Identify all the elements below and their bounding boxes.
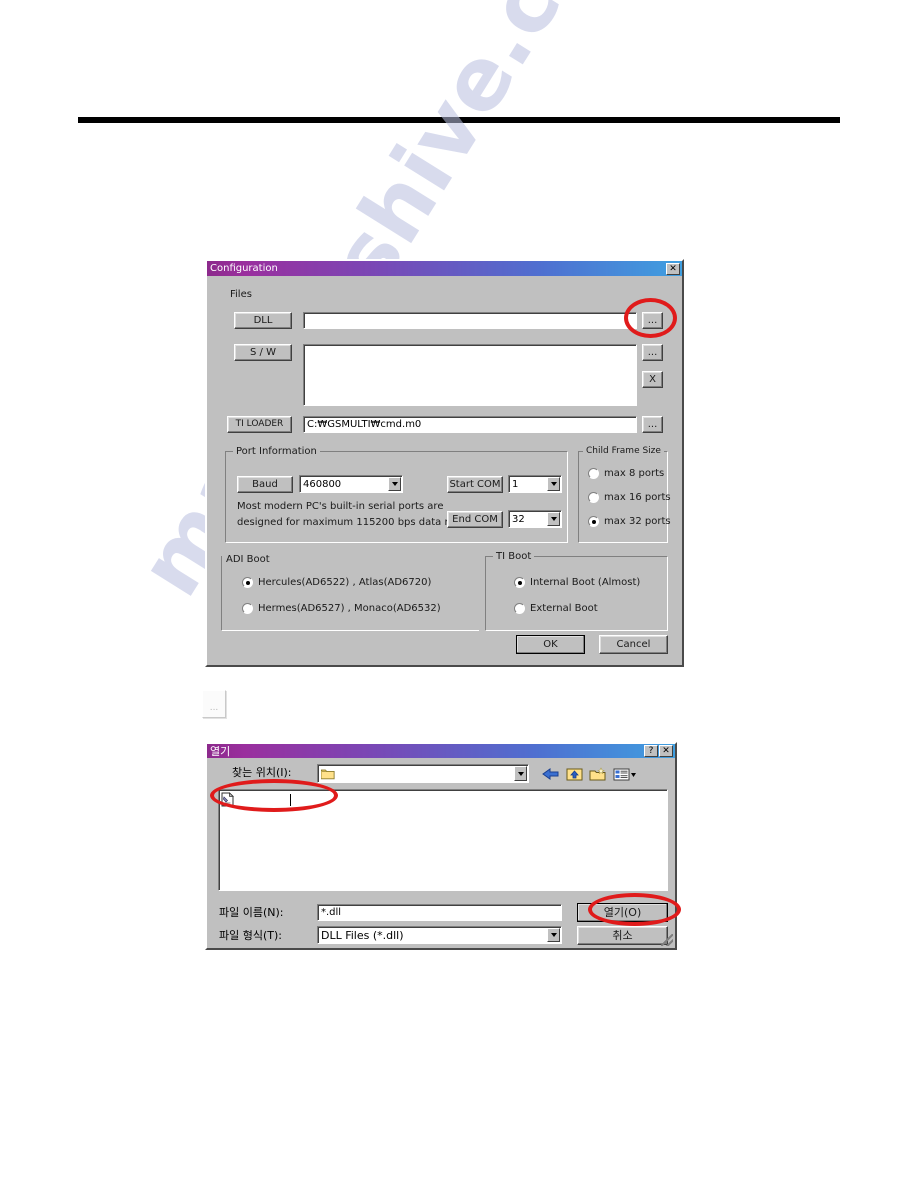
sw-path-input[interactable] xyxy=(303,344,637,406)
file-name-label: 파일 이름(N): xyxy=(219,906,284,919)
port-information-group: Port Information xyxy=(225,446,568,543)
chevron-down-icon[interactable] xyxy=(547,512,560,526)
radio-indicator[interactable] xyxy=(588,468,599,479)
folder-icon-svg xyxy=(321,769,335,779)
sw-browse-button[interactable]: ... xyxy=(642,344,663,361)
config-titlebar: Configuration ✕ xyxy=(207,261,682,276)
folder-icon xyxy=(321,768,335,780)
start-com-value: 1 xyxy=(512,478,519,490)
close-icon[interactable]: ✕ xyxy=(659,745,673,757)
open-cancel-button[interactable]: 취소 xyxy=(577,926,668,945)
up-one-level-icon[interactable] xyxy=(564,765,584,783)
radio-indicator[interactable] xyxy=(514,577,525,588)
config-title: Configuration xyxy=(210,263,278,274)
radio-label: Hercules(AD6522) , Atlas(AD6720) xyxy=(258,577,432,588)
dll-browse-button[interactable]: ... xyxy=(642,312,663,329)
header-rule xyxy=(78,117,840,123)
dll-file-icon xyxy=(221,792,234,807)
radio-adi-hercules-atlas[interactable]: Hercules(AD6522) , Atlas(AD6720) xyxy=(242,577,431,588)
port-note-line-1: Most modern PC's built-in serial ports a… xyxy=(237,501,444,512)
dll-button[interactable]: DLL xyxy=(234,312,292,329)
file-name-input[interactable]: *.dll xyxy=(317,904,562,921)
end-com-select[interactable]: 32 xyxy=(508,510,562,528)
open-dialog-toolbar xyxy=(540,765,638,783)
ti-boot-label: TI Boot xyxy=(493,551,535,562)
ti-loader-browse-button[interactable]: ... xyxy=(642,416,663,433)
look-in-label: 찾는 위치(I): xyxy=(232,766,292,779)
radio-indicator[interactable] xyxy=(588,516,599,527)
baud-select[interactable]: 460800 xyxy=(299,475,403,493)
chevron-down-icon[interactable] xyxy=(388,477,401,491)
radio-max-8-ports[interactable]: max 8 ports xyxy=(588,468,664,479)
configuration-dialog: Configuration ✕ Files DLL ... S / W ... … xyxy=(205,259,684,667)
open-file-dialog: 열기 ? ✕ 찾는 위치(I): 파일 이름(N): *.dll 열기(O) 파… xyxy=(205,742,677,950)
ok-button[interactable]: OK xyxy=(516,635,585,654)
radio-external-boot[interactable]: External Boot xyxy=(514,603,598,614)
dll-path-input[interactable] xyxy=(303,312,637,329)
file-list[interactable] xyxy=(218,789,668,891)
child-frame-size-label: Child Frame Size xyxy=(583,446,664,457)
ti-loader-path-input[interactable]: C:₩GSMULTI₩cmd.m0 xyxy=(303,416,637,433)
radio-label: Hermes(AD6527) , Monaco(AD6532) xyxy=(258,603,441,614)
end-com-value: 32 xyxy=(512,513,525,525)
callout-browse-button[interactable]: ... xyxy=(202,690,226,718)
look-in-select[interactable] xyxy=(317,764,529,783)
view-menu-icon[interactable] xyxy=(612,765,638,783)
radio-max-16-ports[interactable]: max 16 ports xyxy=(588,492,671,503)
radio-label: Internal Boot (Almost) xyxy=(530,577,641,588)
sw-clear-button[interactable]: X xyxy=(642,371,663,388)
new-folder-icon[interactable] xyxy=(588,765,608,783)
radio-adi-hermes-monaco[interactable]: Hermes(AD6527) , Monaco(AD6532) xyxy=(242,603,441,614)
resize-grip[interactable] xyxy=(661,934,673,946)
radio-internal-boot[interactable]: Internal Boot (Almost) xyxy=(514,577,640,588)
open-titlebar: 열기 ? ✕ xyxy=(207,744,675,758)
file-type-value: DLL Files (*.dll) xyxy=(321,928,404,942)
end-com-button[interactable]: End COM xyxy=(447,511,503,528)
radio-indicator[interactable] xyxy=(242,603,253,614)
close-icon[interactable]: ✕ xyxy=(666,262,680,275)
files-group-label: Files xyxy=(230,289,252,300)
chevron-down-icon[interactable] xyxy=(547,928,560,942)
adi-boot-group: ADI Boot xyxy=(221,554,479,631)
text-caret xyxy=(290,793,291,806)
radio-label: max 16 ports xyxy=(604,492,671,503)
radio-label: max 8 ports xyxy=(604,468,665,479)
file-type-label: 파일 형식(T): xyxy=(219,929,282,942)
chevron-down-icon[interactable] xyxy=(514,766,527,781)
open-button[interactable]: 열기(O) xyxy=(577,903,668,922)
sw-button[interactable]: S / W xyxy=(234,344,292,361)
cancel-button[interactable]: Cancel xyxy=(599,635,668,654)
radio-label: External Boot xyxy=(530,603,598,614)
start-com-button[interactable]: Start COM xyxy=(447,476,503,493)
port-note-line-2: designed for maximum 115200 bps data rat… xyxy=(237,517,468,528)
baud-button[interactable]: Baud xyxy=(237,476,293,493)
start-com-select[interactable]: 1 xyxy=(508,475,562,493)
radio-indicator[interactable] xyxy=(588,492,599,503)
adi-boot-label: ADI Boot xyxy=(226,554,270,565)
radio-indicator[interactable] xyxy=(242,577,253,588)
back-icon[interactable] xyxy=(540,765,560,783)
list-item[interactable] xyxy=(219,790,667,807)
radio-indicator[interactable] xyxy=(514,603,525,614)
radio-label: max 32 ports xyxy=(604,516,671,527)
radio-max-32-ports[interactable]: max 32 ports xyxy=(588,516,671,527)
ti-loader-button[interactable]: TI LOADER xyxy=(227,416,292,433)
port-information-label: Port Information xyxy=(233,446,320,457)
help-icon[interactable]: ? xyxy=(644,745,658,757)
open-title: 열기 xyxy=(210,745,231,757)
file-type-select[interactable]: DLL Files (*.dll) xyxy=(317,926,562,944)
baud-value: 460800 xyxy=(303,478,342,490)
ti-boot-group: TI Boot xyxy=(485,551,668,631)
chevron-down-icon[interactable] xyxy=(547,477,560,491)
